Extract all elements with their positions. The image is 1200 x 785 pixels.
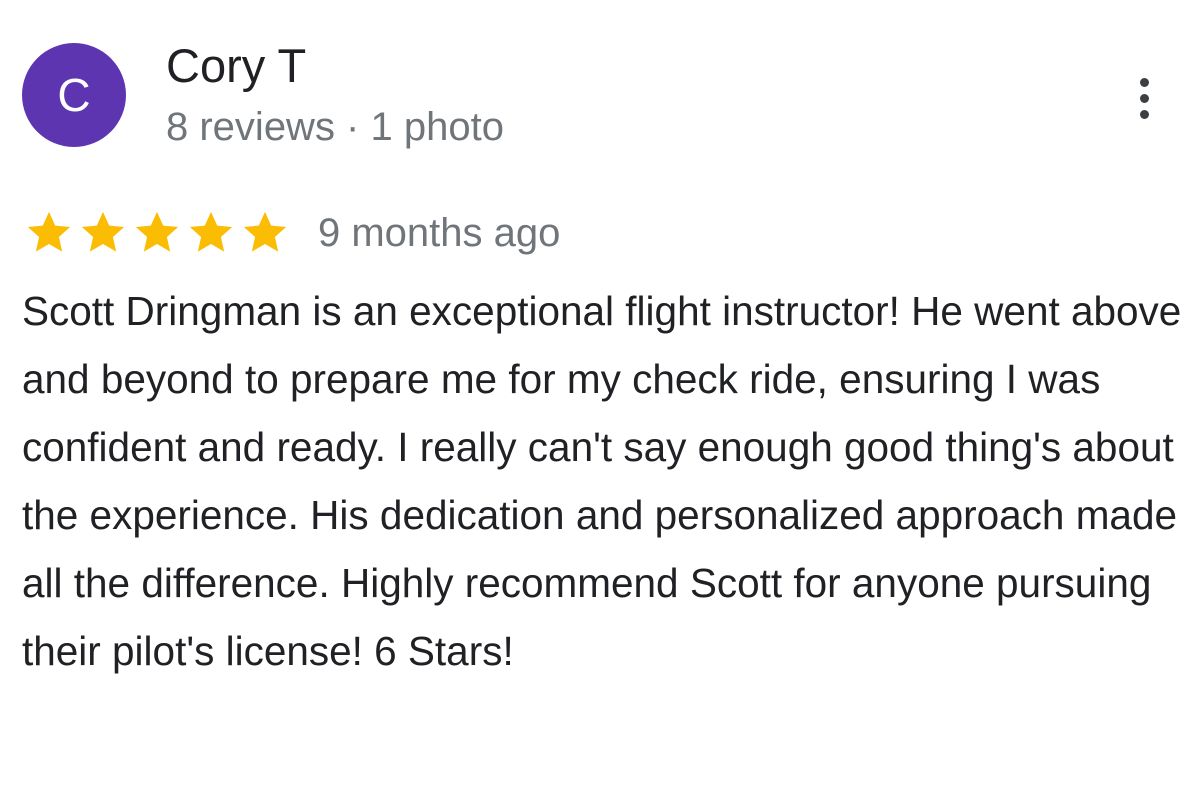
review-card: C Cory T 8 reviews · 1 photo 9 months ag… xyxy=(0,0,1200,785)
star-icon xyxy=(184,206,238,260)
more-vert-icon-dot xyxy=(1139,93,1149,103)
rating-row: 9 months ago xyxy=(22,206,560,260)
more-options-button[interactable] xyxy=(1122,70,1166,126)
star-icon xyxy=(76,206,130,260)
reviewer-name[interactable]: Cory T xyxy=(166,38,306,94)
more-vert-icon-dot xyxy=(1139,109,1149,119)
review-date: 9 months ago xyxy=(318,211,561,255)
star-icon xyxy=(238,206,292,260)
avatar[interactable]: C xyxy=(22,43,126,147)
review-text: Scott Dringman is an exceptional flight … xyxy=(22,288,1182,674)
more-vert-icon-dot xyxy=(1139,77,1149,87)
avatar-letter: C xyxy=(57,69,91,121)
star-rating xyxy=(22,206,292,260)
star-icon xyxy=(130,206,184,260)
reviewer-meta[interactable]: 8 reviews · 1 photo xyxy=(166,103,504,151)
star-icon xyxy=(22,206,76,260)
